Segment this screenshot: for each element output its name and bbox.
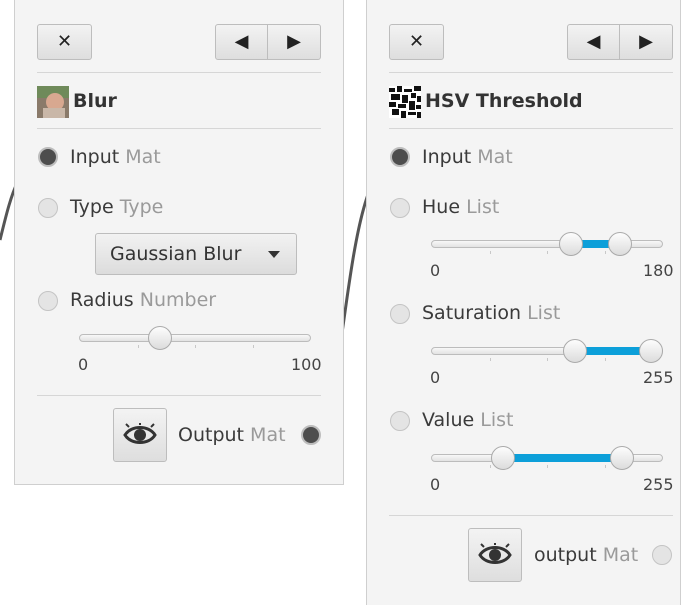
- chevron-down-icon: [268, 251, 280, 258]
- hsv-threshold-thumbnail-image: [389, 86, 421, 118]
- slider-tick: [490, 358, 491, 361]
- slider-tick: [195, 345, 196, 348]
- slider-tick: [253, 345, 254, 348]
- dropdown-value: Gaussian Blur: [110, 243, 242, 265]
- radius-param-label: Radius Number: [70, 289, 216, 311]
- input-socket[interactable]: [390, 147, 410, 167]
- slider-tick: [138, 345, 139, 348]
- value-low-thumb[interactable]: [491, 446, 515, 470]
- move-right-button[interactable]: ▶: [619, 24, 673, 60]
- input-param-label: Input Mat: [422, 146, 513, 168]
- input-socket[interactable]: [38, 147, 58, 167]
- preview-toggle-button[interactable]: [113, 408, 167, 462]
- param-name: Input: [422, 146, 472, 168]
- move-right-button[interactable]: ▶: [267, 24, 321, 60]
- eye-icon: [478, 543, 512, 564]
- hue-socket[interactable]: [390, 198, 410, 218]
- eye-icon: [123, 423, 157, 444]
- divider: [389, 72, 673, 73]
- slider-tick: [547, 358, 548, 361]
- param-type: Mat: [477, 146, 513, 168]
- divider: [37, 395, 321, 396]
- param-type: Mat: [125, 146, 161, 168]
- output-socket[interactable]: [652, 545, 672, 565]
- hsv-threshold-operation-panel: ✕ ◀ ▶ HSV Threshold Input Mat Hue List 0…: [366, 0, 681, 605]
- saturation-socket[interactable]: [390, 304, 410, 324]
- value-range-fill: [503, 454, 622, 462]
- slider-max-label: 255: [643, 368, 674, 387]
- move-left-button[interactable]: ◀: [215, 24, 268, 60]
- divider: [37, 128, 321, 129]
- divider: [389, 515, 673, 516]
- slider-tick: [547, 251, 548, 254]
- preview-toggle-button[interactable]: [468, 528, 522, 582]
- hue-high-thumb[interactable]: [608, 232, 632, 256]
- blur-type-dropdown[interactable]: Gaussian Blur: [95, 233, 297, 275]
- slider-tick: [547, 465, 548, 468]
- arrow-left-icon: ◀: [586, 31, 601, 52]
- slider-tick: [605, 251, 606, 254]
- saturation-range-slider[interactable]: [431, 339, 663, 363]
- radius-slider[interactable]: [79, 326, 311, 350]
- slider-tick: [490, 251, 491, 254]
- slider-min-label: 0: [78, 355, 89, 374]
- saturation-param-label: Saturation List: [422, 302, 560, 324]
- output-socket[interactable]: [301, 425, 321, 445]
- arrow-right-icon: ▶: [287, 31, 301, 52]
- slider-min-label: 0: [430, 261, 441, 280]
- close-button[interactable]: ✕: [37, 24, 92, 60]
- param-name: Hue: [422, 196, 461, 218]
- param-type: Type: [119, 196, 164, 218]
- arrow-left-icon: ◀: [234, 31, 249, 52]
- param-name: Radius: [70, 289, 134, 311]
- input-param-label: Input Mat: [70, 146, 161, 168]
- slider-tick: [605, 465, 606, 468]
- radius-socket[interactable]: [38, 291, 58, 311]
- param-type: Mat: [602, 544, 639, 566]
- param-type: List: [466, 196, 500, 218]
- param-name: Value: [422, 409, 475, 431]
- slider-tick: [605, 358, 606, 361]
- value-high-thumb[interactable]: [610, 446, 634, 470]
- type-param-label: Type Type: [70, 196, 163, 218]
- value-socket[interactable]: [390, 411, 410, 431]
- hue-low-thumb[interactable]: [559, 232, 583, 256]
- output-param-label: Output Mat: [178, 424, 286, 446]
- saturation-high-thumb[interactable]: [639, 339, 663, 363]
- blur-operation-panel: ✕ ◀ ▶ Blur Input Mat Type Type Gaussian …: [14, 0, 344, 485]
- value-range-slider[interactable]: [431, 446, 663, 470]
- operation-title: HSV Threshold: [425, 90, 583, 112]
- param-name: Output: [178, 424, 244, 446]
- move-left-button[interactable]: ◀: [567, 24, 620, 60]
- hue-range-slider[interactable]: [431, 232, 663, 256]
- close-icon: ✕: [408, 31, 425, 52]
- blur-thumbnail-image: [37, 86, 69, 118]
- slider-max-label: 180: [643, 261, 674, 280]
- hue-param-label: Hue List: [422, 196, 499, 218]
- param-name: Input: [70, 146, 120, 168]
- param-name: Type: [70, 196, 114, 218]
- param-type: List: [480, 409, 514, 431]
- close-button[interactable]: ✕: [389, 24, 444, 60]
- divider: [37, 72, 321, 73]
- slider-max-label: 255: [643, 475, 674, 494]
- type-socket[interactable]: [38, 198, 58, 218]
- slider-max-label: 100: [291, 355, 322, 374]
- operation-title: Blur: [73, 90, 117, 112]
- slider-tick: [490, 465, 491, 468]
- saturation-low-thumb[interactable]: [563, 339, 587, 363]
- param-type: List: [527, 302, 561, 324]
- divider: [389, 128, 673, 129]
- close-icon: ✕: [56, 31, 73, 52]
- param-name: output: [534, 544, 597, 566]
- output-param-label: output Mat: [534, 544, 638, 566]
- slider-min-label: 0: [430, 368, 441, 387]
- value-param-label: Value List: [422, 409, 513, 431]
- slider-min-label: 0: [430, 475, 441, 494]
- param-name: Saturation: [422, 302, 522, 324]
- param-type: Number: [139, 289, 217, 311]
- arrow-right-icon: ▶: [639, 31, 653, 52]
- param-type: Mat: [250, 424, 286, 446]
- radius-slider-thumb[interactable]: [148, 326, 172, 350]
